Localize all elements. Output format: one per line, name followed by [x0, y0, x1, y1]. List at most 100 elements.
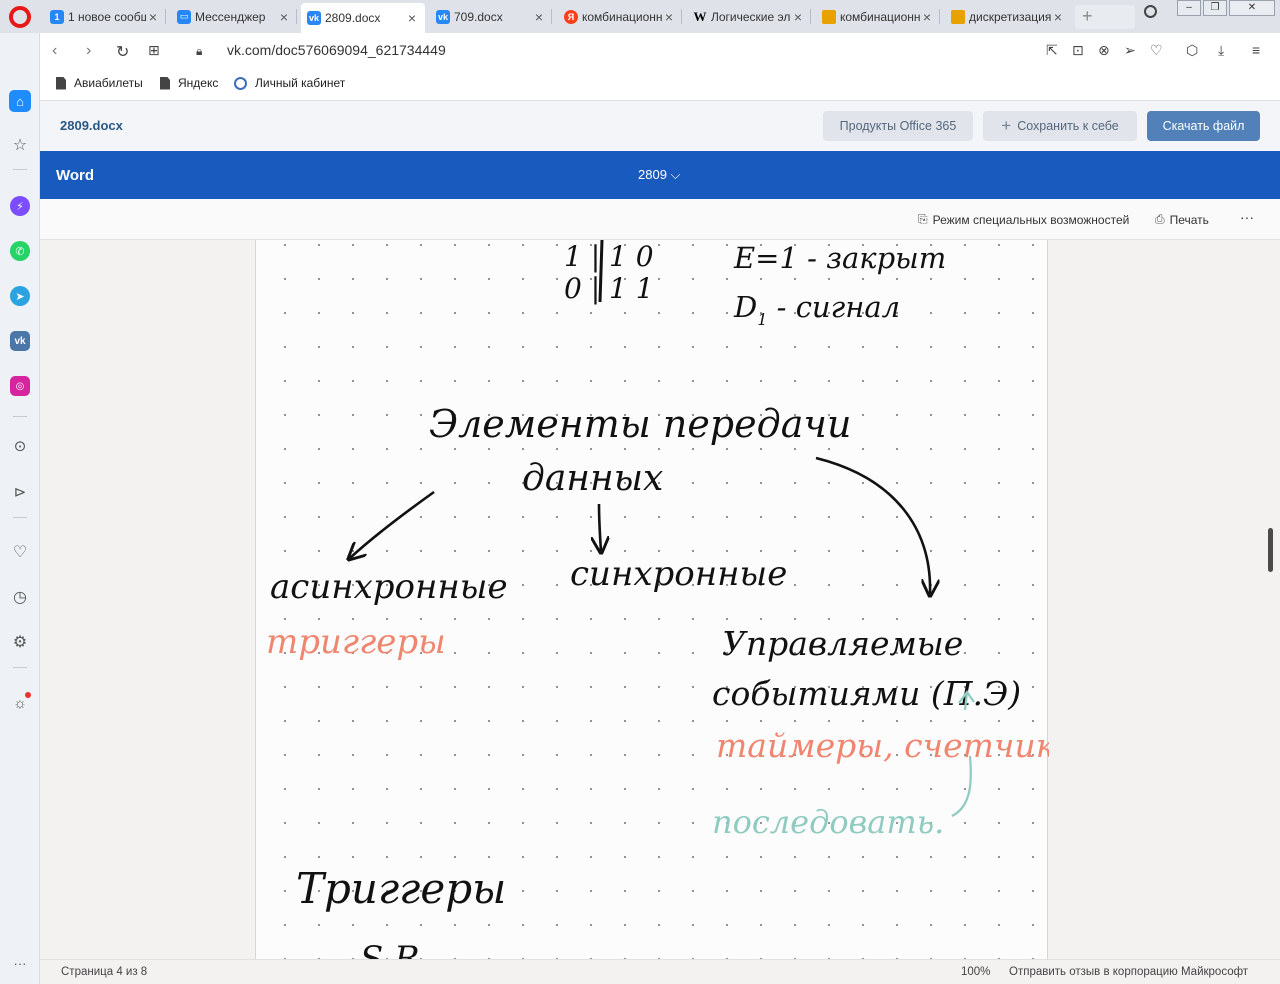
branch-synchronous: синхронные: [570, 554, 787, 594]
tab-wikipedia[interactable]: W Логические элементы ×: [687, 4, 811, 29]
minimize-button[interactable]: –: [1177, 0, 1201, 16]
arrow-to-event-driven: [815, 456, 930, 594]
vk-doc-header: 2809.docx Продукты Office 365 + Сохранит…: [40, 101, 1280, 151]
tab-image-discretization[interactable]: дискретизация ×: [945, 4, 1071, 29]
accessibility-icon: ⎘: [918, 212, 928, 226]
truth-table-row-2: 0 | 1 1: [564, 272, 654, 305]
bookmark-yandex[interactable]: Яндекс: [160, 76, 218, 90]
send-icon[interactable]: ➢: [1124, 42, 1136, 59]
page-indicator: Страница 4 из 8: [61, 966, 148, 978]
bookmark-personal-account[interactable]: Личный кабинет: [234, 76, 345, 90]
vk-icon[interactable]: vk: [10, 331, 30, 351]
history-icon[interactable]: ◷: [10, 587, 30, 607]
close-icon[interactable]: ×: [277, 9, 291, 25]
close-icon[interactable]: ×: [532, 9, 546, 25]
event-example-timers-counters: таймеры, счетчик: [716, 726, 1049, 765]
branch-event-driven-line-1: Управляемые: [722, 624, 963, 663]
tab-709-docx[interactable]: vk 709.docx ×: [430, 4, 552, 29]
tabs-grid-icon[interactable]: ⊞: [148, 42, 160, 59]
zoom-level[interactable]: 100%: [961, 966, 990, 978]
new-tab-button[interactable]: +: [1075, 5, 1135, 29]
close-icon[interactable]: ×: [662, 9, 676, 25]
download-icon[interactable]: ⤓: [1218, 42, 1224, 59]
bookmark-aviabilety[interactable]: Авиабилеты: [56, 76, 143, 90]
branch-event-driven-line-2: событиями (П.Э): [712, 674, 1021, 713]
event-note-sequential: последовать.: [712, 803, 944, 841]
document-viewport[interactable]: 1 | 1 0 0 | 1 1 E=1 - закрыт D1 - сигнал…: [40, 240, 1280, 959]
status-bar: Страница 4 из 8 100% Отправить отзыв в к…: [40, 959, 1280, 984]
camera-icon[interactable]: ⊡: [1072, 42, 1084, 59]
speed-dial-star-icon[interactable]: ☆: [10, 135, 30, 155]
messenger-icon[interactable]: ⚡︎: [10, 196, 30, 216]
close-icon[interactable]: ×: [405, 10, 419, 26]
share-icon[interactable]: ⇱: [1046, 42, 1058, 59]
opera-logo[interactable]: [9, 6, 31, 28]
flow-icon[interactable]: ⊳: [10, 482, 30, 502]
send-feedback-link[interactable]: Отправить отзыв в корпорацию Майкрософт: [1009, 966, 1248, 978]
heart-icon[interactable]: ♡: [1150, 42, 1163, 59]
arrow-to-async: [350, 490, 435, 558]
printer-icon: ⎙: [1155, 212, 1165, 226]
note-d1-signal: D1 - сигнал: [733, 290, 900, 329]
back-icon[interactable]: ‹: [52, 42, 57, 60]
close-window-button[interactable]: ✕: [1229, 0, 1275, 16]
url-field[interactable]: vk.com/doc576069094_621734449: [227, 42, 446, 58]
tab-image-combinational[interactable]: комбинационные ×: [816, 4, 940, 29]
forward-icon[interactable]: ›: [86, 42, 91, 60]
document-scrollbar[interactable]: [1268, 528, 1273, 572]
telegram-icon[interactable]: ➤: [10, 286, 30, 306]
bookmarks-heart-icon[interactable]: ♡: [10, 542, 30, 562]
file-name-dropdown[interactable]: 2809 ⌵: [638, 167, 680, 183]
branch-asynchronous: асинхронные: [270, 567, 508, 607]
settings-gear-icon[interactable]: ⚙: [10, 632, 30, 652]
vk-icon: vk: [436, 9, 450, 24]
tab-2809-docx[interactable]: vk 2809.docx ×: [301, 3, 425, 33]
opera-sidebar: ⌂ ☆ ⚡︎ ✆ ➤ vk ◎ ⊙ ⊳ ♡ ◷ ⚙ ☼ ···: [0, 33, 40, 984]
menu-icon[interactable]: ≡: [1252, 42, 1260, 58]
close-icon[interactable]: ×: [146, 9, 160, 25]
office-products-button[interactable]: Продукты Office 365: [823, 111, 973, 141]
more-icon[interactable]: ···: [10, 953, 30, 973]
word-app-bar: Word 2809 ⌵: [40, 151, 1280, 199]
more-options-button[interactable]: ···: [1240, 209, 1254, 225]
save-to-my-docs-button[interactable]: + Сохранить к себе: [983, 111, 1137, 141]
tab-messages[interactable]: 1 1 новое сообщение ×: [44, 4, 166, 29]
section-heading-triggers: Триггеры: [296, 864, 506, 913]
note-enable-closed: E=1 - закрыт: [733, 241, 946, 275]
arrow-to-sync: [599, 503, 601, 551]
search-tabs-icon[interactable]: [1144, 5, 1157, 18]
title-line-1: Элементы передачи: [429, 402, 851, 446]
word-app-name: Word: [56, 167, 95, 184]
async-example-triggers: триггеры: [266, 622, 446, 662]
instagram-icon[interactable]: ◎: [10, 376, 30, 396]
home-icon[interactable]: ⌂: [9, 90, 31, 112]
address-bar: ‹ › ↻ ⊞ 🔒︎ vk.com/doc576069094_621734449…: [40, 33, 1280, 68]
accessibility-mode-button[interactable]: ⎘ Режим специальных возможностей: [918, 212, 1129, 227]
bookmarks-bar: Авиабилеты Яндекс Личный кабинет: [40, 68, 1280, 101]
lock-icon: 🔒︎: [196, 44, 203, 58]
title-line-2: данных: [522, 458, 663, 499]
whatsapp-icon[interactable]: ✆: [10, 241, 30, 261]
close-icon[interactable]: ×: [920, 9, 934, 25]
vk-icon: vk: [307, 11, 321, 25]
reload-icon[interactable]: ↻: [116, 42, 129, 62]
tab-yandex-search[interactable]: Я комбинационные ×: [558, 4, 682, 29]
image-icon: [951, 9, 965, 24]
plus-icon: +: [1001, 116, 1012, 135]
globe-icon: [234, 76, 247, 90]
image-icon: [822, 9, 836, 24]
restore-button[interactable]: ❐: [1203, 0, 1227, 16]
notification-dot: [25, 692, 31, 698]
tab-messenger[interactable]: ▭ Мессенджер ×: [171, 4, 297, 29]
close-icon[interactable]: ×: [1051, 9, 1065, 25]
vk-counter-icon: 1: [50, 9, 64, 24]
box-icon[interactable]: ⬡: [1186, 42, 1198, 59]
download-file-button[interactable]: Скачать файл: [1147, 111, 1260, 141]
close-icon[interactable]: ×: [791, 9, 805, 25]
print-button[interactable]: ⎙ Печать: [1155, 212, 1209, 227]
adblock-icon[interactable]: ⊗: [1098, 42, 1110, 59]
yandex-icon: Я: [564, 9, 578, 24]
section-cut-text: S R: [360, 939, 420, 959]
page-icon: [56, 76, 66, 90]
player-icon[interactable]: ⊙: [10, 436, 30, 456]
